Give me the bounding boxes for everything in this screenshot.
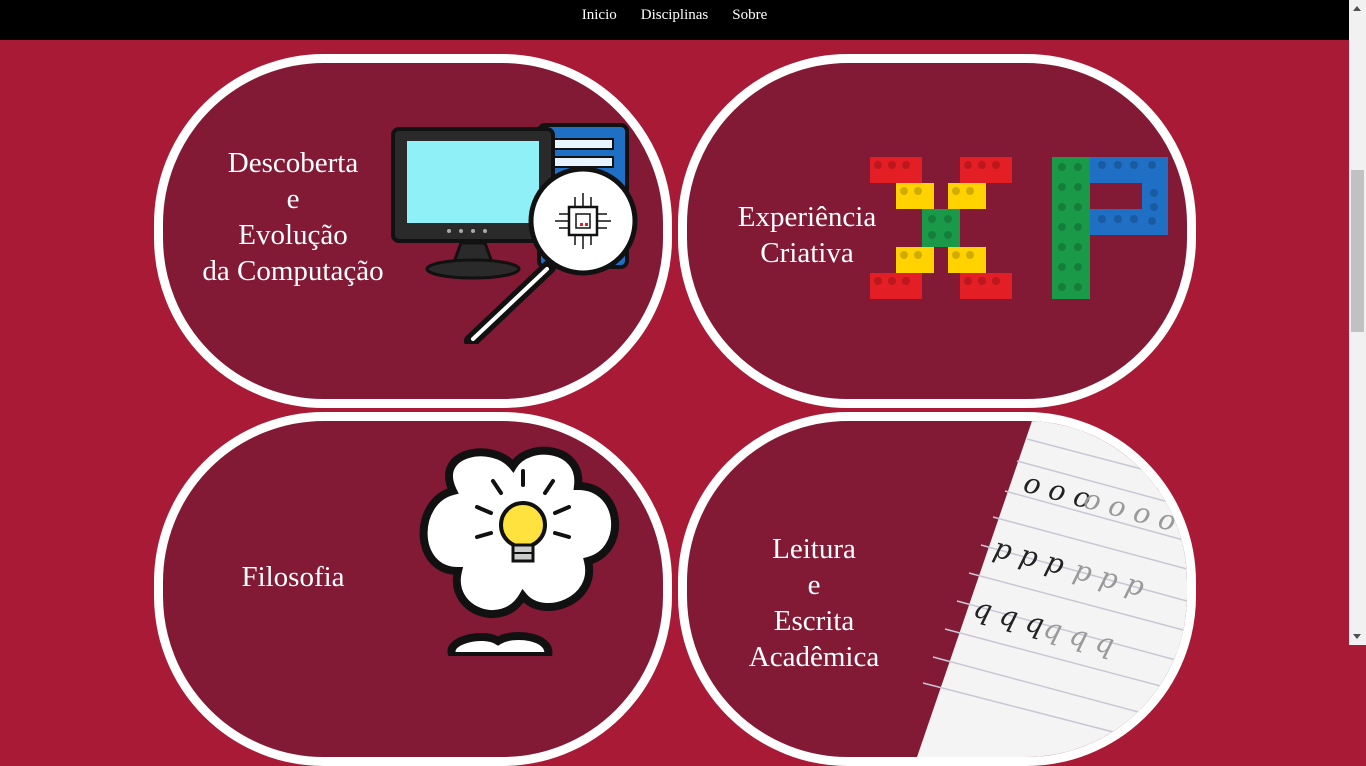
lightbulb-cloud-icon	[419, 446, 620, 656]
computer-magnifier-icon	[391, 123, 638, 344]
course-card-experiencia-criativa[interactable]: Experiência Criativa	[678, 54, 1196, 408]
scroll-up-arrow-icon[interactable]	[1353, 6, 1361, 11]
scroll-down-arrow-icon[interactable]	[1353, 634, 1361, 639]
lego-xp-icon	[870, 157, 1168, 299]
course-card-leitura-escrita[interactable]: o o o o o o o o o o p p p p p p q q q q …	[678, 412, 1196, 766]
nav-link-disciplinas[interactable]: Disciplinas	[641, 6, 709, 24]
card-title-leitura-escrita: Leitura e Escrita Acadêmica	[748, 533, 880, 673]
nav-link-inicio[interactable]: Inicio	[582, 6, 617, 24]
card-title-computacao: Descoberta e Evolução da Computação	[202, 147, 384, 287]
course-card-computacao[interactable]: Descoberta e Evolução da Computação	[154, 54, 672, 408]
course-card-filosofia[interactable]: Filosofia	[154, 412, 672, 766]
vertical-scrollbar[interactable]	[1349, 0, 1366, 645]
card-title-filosofia: Filosofia	[241, 561, 345, 593]
scrollbar-thumb[interactable]	[1351, 170, 1364, 332]
top-nav: Inicio Disciplinas Sobre	[0, 0, 1349, 40]
nav-link-sobre[interactable]: Sobre	[732, 6, 767, 24]
